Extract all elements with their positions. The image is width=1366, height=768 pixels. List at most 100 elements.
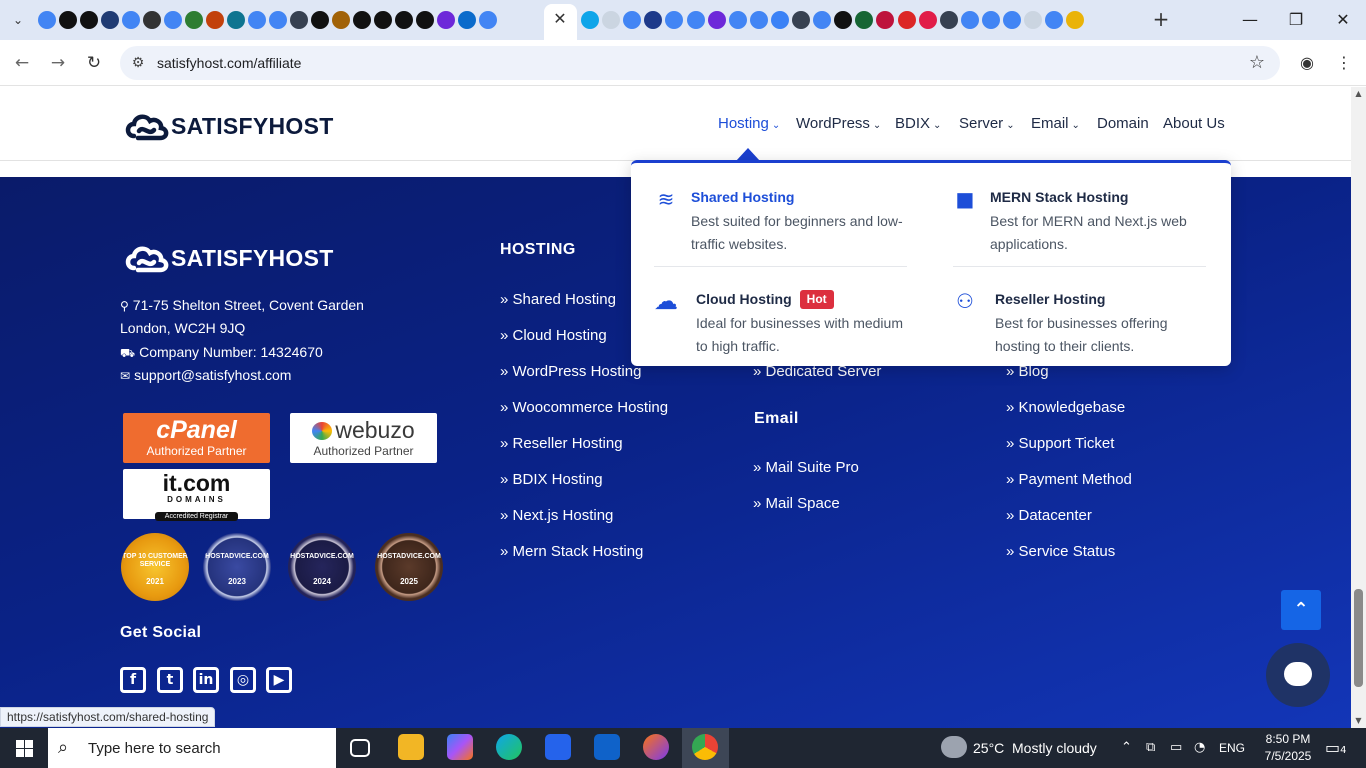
edge-icon[interactable] <box>496 734 522 760</box>
footer-link[interactable]: » Datacenter <box>1006 506 1092 526</box>
tab-favicon[interactable] <box>458 11 476 29</box>
weather-temp[interactable]: 25°C <box>973 738 1004 758</box>
tab-favicon[interactable] <box>353 11 371 29</box>
menu-item-title[interactable]: Cloud Hosting Hot <box>696 289 834 309</box>
footer-link[interactable]: » Cloud Hosting <box>500 326 607 346</box>
bookmark-star-icon[interactable]: ☆ <box>1246 52 1268 74</box>
tab-favicon[interactable] <box>101 11 119 29</box>
nav-label[interactable]: About Us <box>1163 115 1225 132</box>
site-logo[interactable]: SATISFYHOST <box>124 109 334 143</box>
scroll-down-arrow-icon[interactable]: ▼ <box>1351 714 1366 728</box>
tab-favicon[interactable] <box>122 11 140 29</box>
linkedin-icon[interactable]: in <box>193 667 219 693</box>
menu-item-title[interactable]: MERN Stack Hosting <box>990 187 1128 207</box>
tab-favicon[interactable] <box>581 11 599 29</box>
footer-link[interactable]: » Woocommerce Hosting <box>500 398 668 418</box>
battery-icon[interactable]: ▭ <box>1170 738 1182 758</box>
nav-server[interactable]: Server ⌄ <box>959 113 1015 137</box>
tab-favicon[interactable] <box>665 11 684 29</box>
tab-favicon[interactable] <box>206 11 224 29</box>
menu-item-title[interactable]: Reseller Hosting <box>995 289 1105 309</box>
taskbar-clock[interactable]: 8:50 PM 7/5/2025 <box>1258 731 1318 765</box>
youtube-icon[interactable]: ▶ <box>266 667 292 693</box>
tab-favicon[interactable] <box>644 11 663 29</box>
nav-about-us[interactable]: About Us <box>1163 113 1225 135</box>
footer-link[interactable]: » Mail Suite Pro <box>753 458 859 478</box>
footer-link[interactable]: » Mern Stack Hosting <box>500 542 643 562</box>
nav-domain[interactable]: Domain <box>1097 113 1149 135</box>
scroll-up-arrow-icon[interactable]: ▲ <box>1351 87 1366 101</box>
menu-item-reseller-hosting[interactable]: ⚇ Reseller Hosting Best for businesses o… <box>953 289 1213 369</box>
tab-favicon[interactable] <box>1003 11 1021 29</box>
notification-center-icon[interactable]: ▭4 <box>1325 738 1347 761</box>
tab-favicon[interactable] <box>143 11 161 29</box>
browser-menu-icon[interactable]: ⋮ <box>1333 52 1355 74</box>
footer-link[interactable]: » Mail Space <box>753 494 840 514</box>
forward-button[interactable]: → <box>46 51 70 75</box>
live-chat-button[interactable] <box>1266 643 1330 707</box>
footer-link[interactable]: » WordPress Hosting <box>500 362 641 382</box>
footer-link[interactable]: » Shared Hosting <box>500 290 616 310</box>
taskbar-search-box[interactable]: ⌕ Type here to search <box>48 728 336 768</box>
tab-favicon[interactable] <box>290 11 308 29</box>
wifi-icon[interactable]: ◔ <box>1194 738 1205 758</box>
tab-favicon[interactable] <box>395 11 413 29</box>
footer-email[interactable]: ✉ support@satisfyhost.com <box>120 365 291 386</box>
nav-label[interactable]: WordPress <box>796 115 870 132</box>
footer-link[interactable]: » Service Status <box>1006 542 1115 562</box>
tab-favicon[interactable] <box>1045 11 1064 29</box>
search-placeholder[interactable]: Type here to search <box>88 740 221 757</box>
scrollbar-thumb[interactable] <box>1354 589 1363 687</box>
nav-label[interactable]: Hosting <box>718 115 769 132</box>
tab-favicon[interactable] <box>80 11 98 29</box>
site-info-icon[interactable]: ⚙ <box>128 53 148 73</box>
weather-desc[interactable]: Mostly cloudy <box>1012 738 1097 758</box>
nav-label[interactable]: Domain <box>1097 115 1149 132</box>
tab-favicon[interactable] <box>227 11 245 29</box>
window-restore-button[interactable]: ❐ <box>1273 6 1319 34</box>
tab-favicon[interactable] <box>479 11 497 29</box>
tab-favicon[interactable] <box>960 11 979 29</box>
reload-button[interactable]: ↻ <box>82 51 106 75</box>
tab-favicon[interactable] <box>269 11 287 29</box>
tab-favicon[interactable] <box>332 11 350 29</box>
instagram-icon[interactable]: ◎ <box>230 667 256 693</box>
footer-link[interactable]: » Support Ticket <box>1006 434 1114 454</box>
tab-favicon[interactable] <box>59 11 77 29</box>
window-close-button[interactable]: ✕ <box>1320 6 1366 34</box>
tab-favicon[interactable] <box>686 11 705 29</box>
tab-favicon[interactable] <box>876 11 895 29</box>
chrome-icon[interactable] <box>692 734 718 760</box>
footer-link[interactable]: » Payment Method <box>1006 470 1132 490</box>
footer-logo[interactable]: SATISFYHOST <box>124 241 334 275</box>
page-scrollbar[interactable]: ▲ ▼ <box>1351 87 1366 728</box>
tab-favicon[interactable] <box>248 11 266 29</box>
tab-favicon[interactable] <box>749 11 768 29</box>
copilot-icon[interactable] <box>447 734 473 760</box>
tab-favicon[interactable] <box>855 11 874 29</box>
tab-favicon[interactable] <box>834 11 853 29</box>
tab-favicon[interactable] <box>707 11 726 29</box>
tab-favicon[interactable] <box>897 11 916 29</box>
tab-favicon[interactable] <box>813 11 832 29</box>
footer-link[interactable]: » Reseller Hosting <box>500 434 623 454</box>
menu-item-shared-hosting[interactable]: ≋ Shared Hosting Best suited for beginne… <box>654 187 914 267</box>
scroll-to-top-button[interactable]: ⌃ <box>1281 590 1321 630</box>
outlook-icon[interactable] <box>594 734 620 760</box>
tab-favicon[interactable] <box>981 11 1000 29</box>
tab-favicon[interactable] <box>1066 11 1085 29</box>
menu-item-title[interactable]: Shared Hosting <box>691 187 794 207</box>
task-view-icon[interactable] <box>350 739 370 757</box>
tab-favicon[interactable] <box>918 11 937 29</box>
menu-item-mern-stack-hosting[interactable]: ■ MERN Stack Hosting Best for MERN and N… <box>953 187 1213 267</box>
email-text[interactable]: support@satisfyhost.com <box>134 367 291 383</box>
tab-favicon[interactable] <box>437 11 455 29</box>
tab-favicon[interactable] <box>374 11 392 29</box>
tab-favicon[interactable] <box>770 11 789 29</box>
window-minimize-button[interactable]: — <box>1227 6 1273 34</box>
nav-email[interactable]: Email ⌄ <box>1031 113 1080 137</box>
start-button[interactable] <box>0 728 48 768</box>
footer-link[interactable]: » Next.js Hosting <box>500 506 613 526</box>
back-button[interactable]: ← <box>10 51 34 75</box>
nav-label[interactable]: Server <box>959 115 1003 132</box>
